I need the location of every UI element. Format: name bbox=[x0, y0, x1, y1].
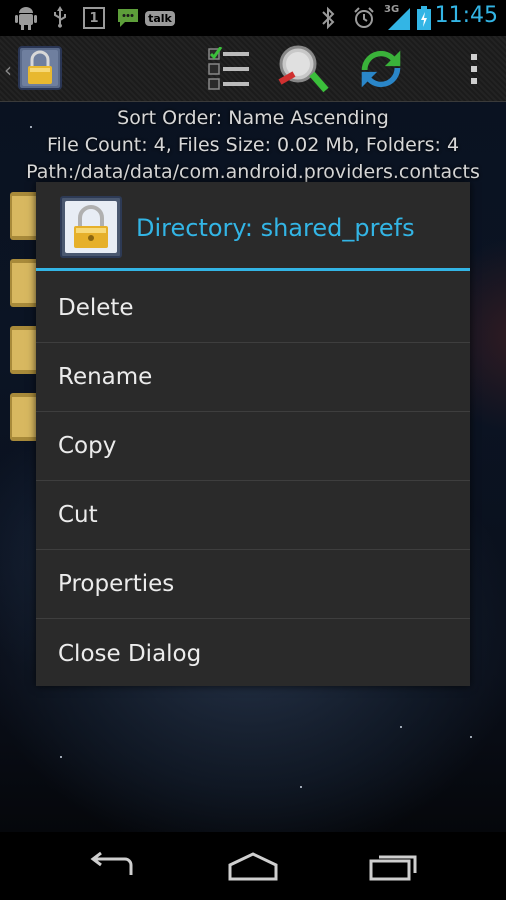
rename-menu-item[interactable]: Rename bbox=[36, 343, 470, 412]
dialog-header: Directory: shared_prefs bbox=[36, 182, 470, 271]
context-dialog: Directory: shared_prefs Delete Rename Co… bbox=[36, 182, 470, 686]
recent-apps-button[interactable] bbox=[364, 848, 424, 884]
home-icon bbox=[228, 852, 278, 881]
talk-badge: talk bbox=[145, 10, 175, 26]
bluetooth-icon bbox=[318, 6, 338, 30]
action-bar: ‹ bbox=[0, 36, 506, 102]
checklist-button[interactable] bbox=[202, 44, 256, 94]
star bbox=[300, 786, 302, 788]
notification-icon: 1 bbox=[82, 6, 106, 30]
search-button[interactable] bbox=[276, 44, 330, 94]
file-count-text: File Count: 4, Files Size: 0.02 Mb, Fold… bbox=[46, 134, 460, 156]
star bbox=[470, 736, 472, 738]
cut-menu-item[interactable]: Cut bbox=[36, 481, 470, 550]
close-dialog-menu-item[interactable]: Close Dialog bbox=[36, 619, 470, 688]
star bbox=[60, 756, 62, 758]
battery-icon bbox=[416, 6, 432, 30]
usb-icon bbox=[50, 6, 70, 30]
signal-icon: 3G bbox=[384, 4, 410, 30]
dialog-title: Directory: shared_prefs bbox=[136, 214, 415, 242]
navigation-bar bbox=[0, 832, 506, 900]
alarm-icon bbox=[352, 6, 376, 30]
back-icon bbox=[90, 851, 133, 875]
network-type: 3G bbox=[384, 4, 400, 15]
delete-menu-item[interactable]: Delete bbox=[36, 274, 470, 343]
path-text: Path:/data/data/com.android.providers.co… bbox=[26, 161, 480, 183]
up-chevron-icon[interactable]: ‹ bbox=[4, 58, 12, 82]
clock: 11:45 bbox=[434, 3, 498, 28]
android-icon bbox=[14, 6, 38, 30]
checklist-icon bbox=[208, 47, 249, 90]
talk-icon: talk bbox=[145, 6, 175, 30]
back-button[interactable] bbox=[82, 848, 142, 884]
lock-icon bbox=[60, 196, 122, 258]
star bbox=[400, 726, 402, 728]
sort-order-text: Sort Order: Name Ascending bbox=[117, 107, 389, 129]
dialog-menu: Delete Rename Copy Cut Properties Close … bbox=[36, 274, 470, 688]
home-button[interactable] bbox=[223, 848, 283, 884]
status-bar: 1 talk 3G 11:45 bbox=[0, 0, 506, 36]
search-icon bbox=[278, 45, 329, 93]
sync-button[interactable] bbox=[354, 44, 408, 94]
properties-menu-item[interactable]: Properties bbox=[36, 550, 470, 619]
chat-icon bbox=[116, 6, 140, 30]
overflow-menu-icon[interactable] bbox=[470, 54, 478, 84]
sync-icon bbox=[361, 50, 401, 88]
app-lock-icon[interactable] bbox=[18, 46, 62, 90]
copy-menu-item[interactable]: Copy bbox=[36, 412, 470, 481]
notification-count: 1 bbox=[89, 10, 99, 26]
recent-apps-icon bbox=[369, 855, 417, 881]
